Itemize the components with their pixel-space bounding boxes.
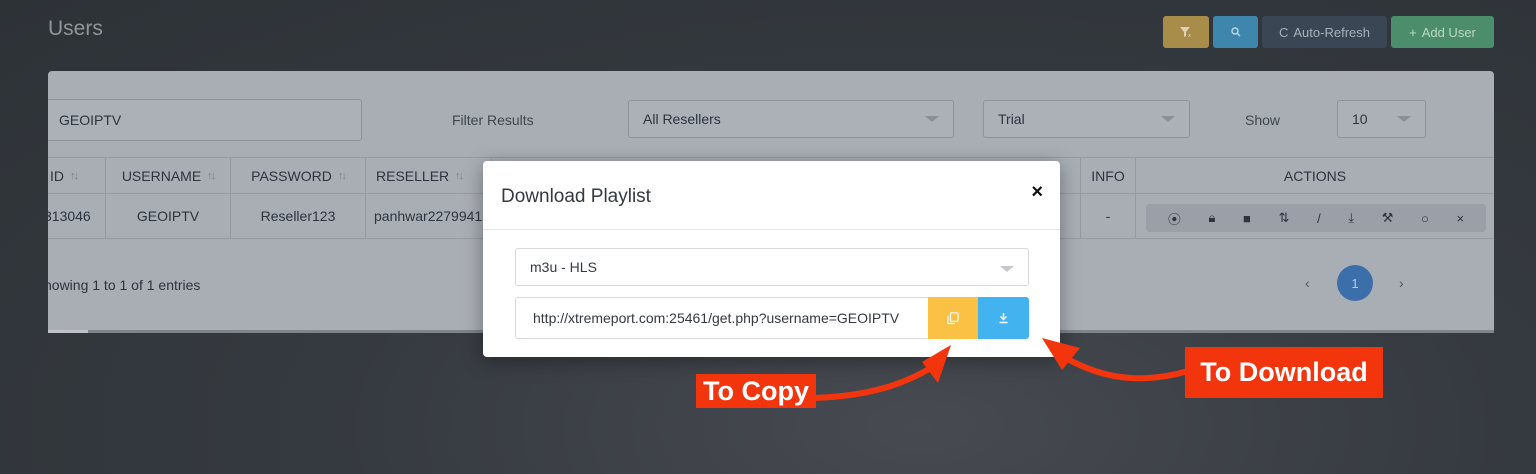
copy-arrow: [811, 363, 937, 401]
download-arrow: [1059, 353, 1191, 382]
to-copy-callout: To Copy: [696, 374, 816, 408]
copy-arrowhead: [922, 345, 951, 383]
to-download-callout: To Download: [1185, 347, 1383, 398]
